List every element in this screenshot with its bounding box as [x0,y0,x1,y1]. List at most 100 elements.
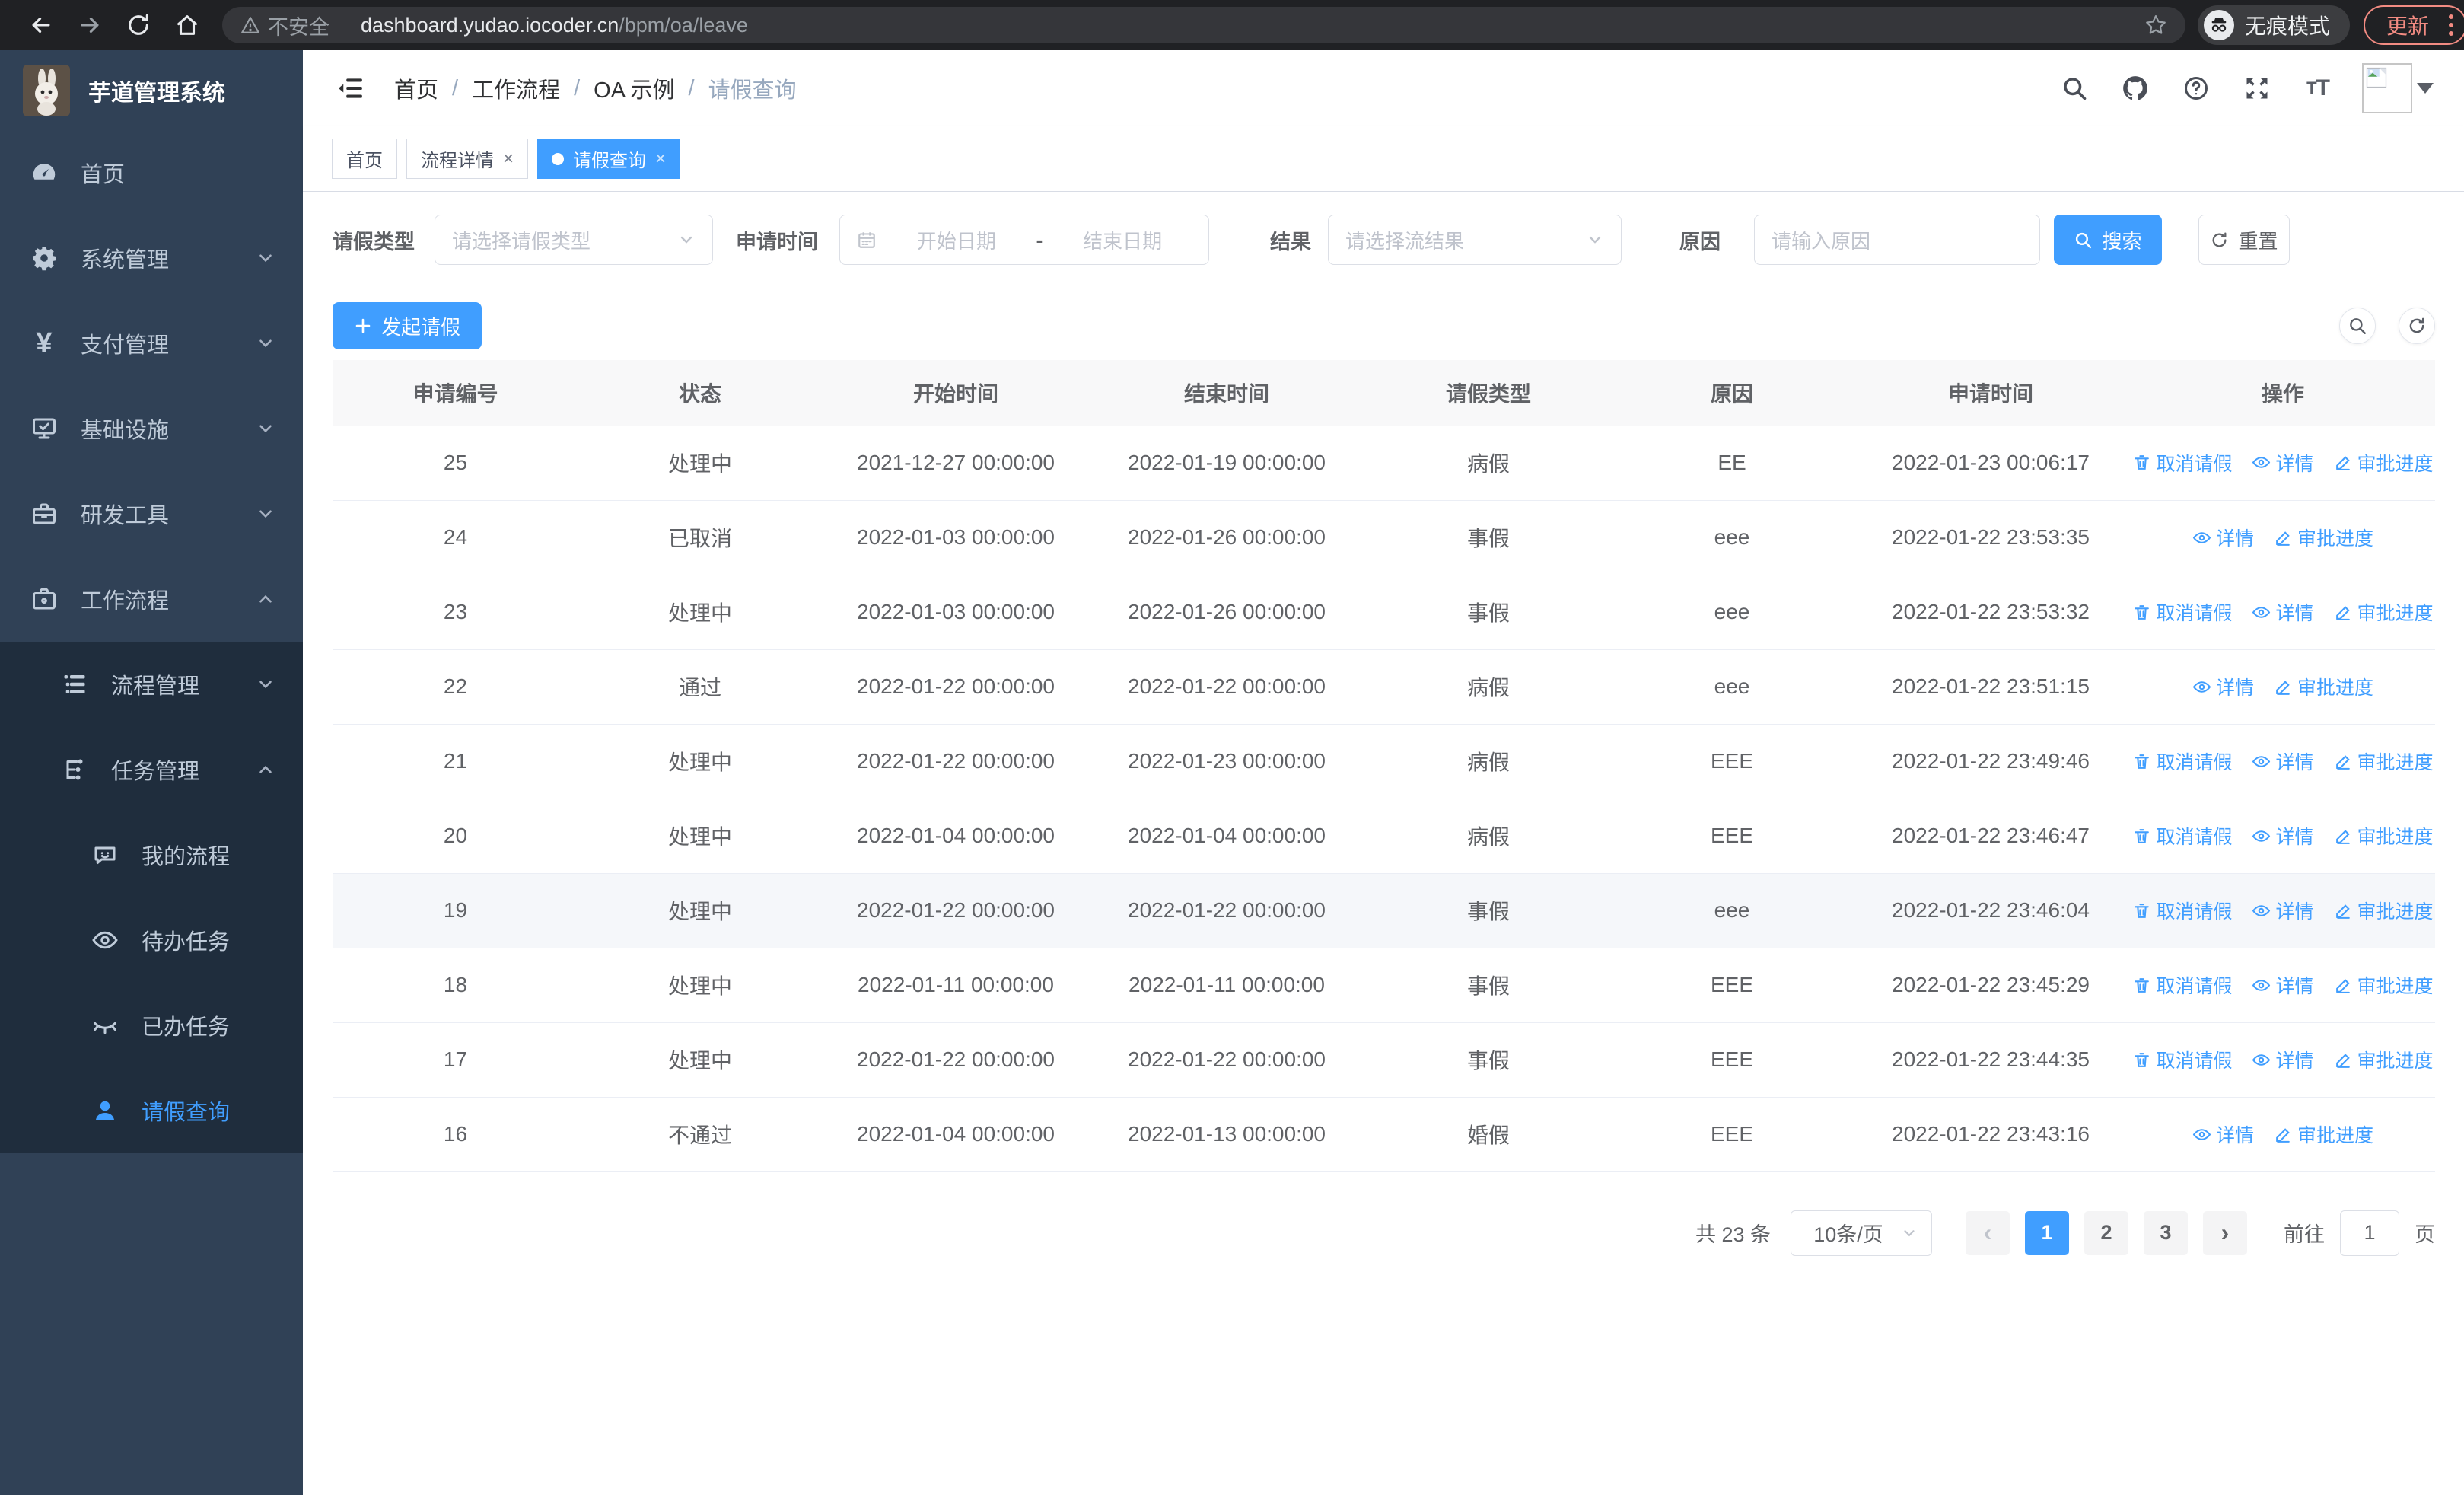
tab-home[interactable]: 首页 [332,139,397,179]
next-page-button[interactable]: › [2203,1210,2247,1255]
browser-menu-icon[interactable] [2449,14,2454,36]
sidebar-item-workflow[interactable]: 工作流程 [0,556,303,642]
eye-icon [2252,755,2271,767]
sidebar-item-system[interactable]: 系统管理 [0,215,303,301]
cell-start-time: 2022-01-03 00:00:00 [822,500,1090,575]
leave-type-select[interactable]: 请选择请假类型 [435,215,713,265]
detail-link[interactable]: 详情 [2252,449,2314,477]
browser-update-button[interactable]: 更新 [2364,5,2464,45]
page-button-3[interactable]: 3 [2144,1210,2188,1255]
detail-link[interactable]: 详情 [2192,1120,2254,1148]
incognito-icon [2204,10,2234,40]
sidebar-item-payment[interactable]: ¥ 支付管理 [0,301,303,386]
fullscreen-button[interactable] [2240,72,2274,105]
browser-home-button[interactable] [163,5,212,45]
progress-link[interactable]: 审批进度 [2274,673,2373,700]
reset-button[interactable]: 重置 [2198,215,2290,265]
chevron-down-icon [259,681,272,689]
help-button[interactable] [2179,72,2213,105]
sidebar-item-todo-tasks[interactable]: 待办任务 [0,897,303,983]
header-search-button[interactable] [2058,72,2091,105]
progress-link[interactable]: 审批进度 [2334,1046,2434,1073]
font-size-button[interactable]: TT [2301,72,2335,105]
table-row: 22 通过 2022-01-22 00:00:00 2022-01-22 00:00:… [333,649,2435,725]
sidebar-item-label: 任务管理 [111,760,200,784]
leave-table: 申请编号 状态 开始时间 结束时间 请假类型 原因 申请时间 操作 25 处理中 2… [333,360,2435,1172]
close-icon[interactable]: × [503,149,514,168]
reason-input[interactable]: 请输入原因 [1754,215,2040,265]
page-button-1[interactable]: 1 [2025,1210,2069,1255]
progress-link[interactable]: 审批进度 [2274,1120,2373,1148]
prev-page-button[interactable]: ‹ [1966,1210,2010,1255]
progress-link[interactable]: 审批进度 [2334,748,2434,775]
cell-end-time: 2022-01-26 00:00:00 [1090,500,1364,575]
sidebar-item-done-tasks[interactable]: 已办任务 [0,983,303,1068]
tab-leave-query[interactable]: 请假查询 × [537,139,681,179]
browser-back-button[interactable] [17,5,65,45]
detail-link[interactable]: 详情 [2252,1046,2314,1073]
cancel-leave-link[interactable]: 取消请假 [2132,1046,2232,1073]
progress-link[interactable]: 审批进度 [2274,524,2373,551]
cancel-leave-link[interactable]: 取消请假 [2132,598,2232,626]
cell-reason: eee [1613,500,1851,575]
search-button[interactable]: 搜索 [2054,215,2162,265]
detail-link[interactable]: 详情 [2192,524,2254,551]
progress-link[interactable]: 审批进度 [2334,822,2434,850]
refresh-table-button[interactable] [2399,308,2435,344]
cancel-leave-link[interactable]: 取消请假 [2132,971,2232,999]
detail-link[interactable]: 详情 [2252,748,2314,775]
goto-page-input[interactable]: 1 [2340,1210,2399,1256]
bookmark-star-icon[interactable] [2144,14,2167,37]
cancel-leave-link[interactable]: 取消请假 [2132,822,2232,850]
github-link[interactable] [2119,72,2152,105]
search-icon [2076,232,2092,248]
detail-link[interactable]: 详情 [2252,971,2314,999]
cell-apply-id: 21 [333,724,578,799]
detail-link[interactable]: 详情 [2252,598,2314,626]
toggle-search-button[interactable] [2339,308,2376,344]
browser-forward-button[interactable] [65,5,114,45]
detail-link[interactable]: 详情 [2252,897,2314,924]
browser-reload-button[interactable] [114,5,163,45]
result-select[interactable]: 请选择流结果 [1328,215,1622,265]
back-arrow-icon [32,17,50,33]
tab-process-detail[interactable]: 流程详情 × [406,139,529,179]
progress-link[interactable]: 审批进度 [2334,897,2434,924]
cancel-leave-link[interactable]: 取消请假 [2132,449,2232,477]
user-avatar-wrap[interactable] [2362,63,2434,113]
cell-end-time: 2022-01-26 00:00:00 [1090,575,1364,650]
reload-icon [129,14,148,35]
sidebar-item-my-processes[interactable]: 我的流程 [0,812,303,897]
avatar[interactable] [2362,63,2412,113]
progress-link[interactable]: 审批进度 [2334,971,2434,999]
detail-link[interactable]: 详情 [2252,822,2314,850]
sidebar-item-task-management[interactable]: 任务管理 [0,727,303,812]
sidebar-item-leave-query[interactable]: 请假查询 [0,1068,303,1153]
url-bar[interactable]: 不安全 dashboard.yudao.iocoder.cn/bpm/oa/le… [222,7,2185,43]
app-logo [23,64,70,116]
breadcrumb-item[interactable]: 工作流程 [472,72,560,104]
eye-icon [2192,531,2211,543]
search-button-label: 搜索 [2102,229,2142,253]
sidebar-item-home[interactable]: 首页 [0,130,303,215]
detail-link[interactable]: 详情 [2192,673,2254,700]
cell-apply-time: 2022-01-22 23:49:46 [1851,724,2131,799]
sidebar-item-process-management[interactable]: 流程管理 [0,642,303,727]
app-logo-row[interactable]: 芋道管理系统 [0,50,303,130]
page-size-select[interactable]: 10条/页 [1791,1210,1932,1256]
apply-time-range-picker[interactable]: 开始日期 - 结束日期 [839,215,1209,265]
progress-link[interactable]: 审批进度 [2334,598,2434,626]
sidebar-collapse-button[interactable] [333,72,367,105]
cancel-leave-link[interactable]: 取消请假 [2132,748,2232,775]
breadcrumb-item[interactable]: 首页 [394,72,438,104]
close-icon[interactable]: × [655,149,666,168]
range-separator: - [1036,228,1043,251]
sidebar-item-infrastructure[interactable]: 基础设施 [0,386,303,471]
security-warning[interactable]: 不安全 [240,11,329,40]
page-button-2[interactable]: 2 [2084,1210,2128,1255]
sidebar-item-devtools[interactable]: 研发工具 [0,471,303,556]
progress-link[interactable]: 审批进度 [2334,449,2434,477]
cancel-leave-link[interactable]: 取消请假 [2132,897,2232,924]
breadcrumb-item[interactable]: OA 示例 [594,72,674,104]
create-leave-button[interactable]: 发起请假 [333,302,482,349]
